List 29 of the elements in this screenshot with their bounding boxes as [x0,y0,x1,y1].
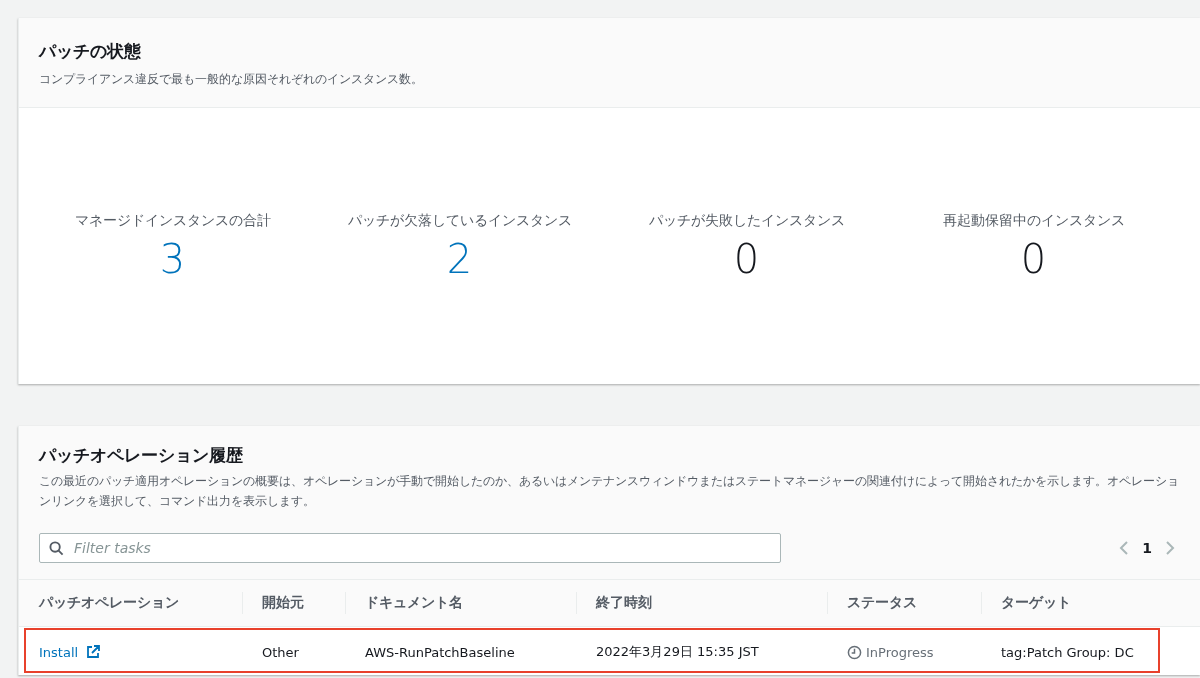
stat-value: 0 [1020,236,1047,282]
column-header: パッチオペレーション [19,580,242,627]
column-header: 開始元 [242,580,345,627]
stat-value: 0 [733,236,760,282]
column-header: 終了時刻 [576,580,827,627]
panel-title: パッチオペレーション履歴 [39,444,244,467]
stat-label: パッチが欠落しているインスタンス [347,212,572,230]
stat-label: パッチが失敗したインスタンス [648,212,845,230]
stat-value-link[interactable]: 2 [446,236,473,282]
panel-description: この最近のパッチ適用オペレーションの概要は、オペレーションが手動で開始したのか、あるいはメンテナンスウィンドウまたはステートマネージャーの関連付けによって開始されたかを示します。オペレーションリンクを選択して、コマンド出力を表示します。 [39,473,1180,510]
stat-label: マネージドインスタンスの合計 [74,212,271,230]
external-link-icon[interactable] [86,645,101,659]
operation-link[interactable]: Install [39,644,79,660]
table-cell: AWS-RunPatchBaseline [365,644,515,660]
page-number[interactable]: 1 [1142,540,1152,556]
panel-description: コンプライアンス違反で最も一般的な原因それぞれのインスタンス数。 [39,71,424,88]
status-text: InProgress [866,644,934,660]
table-cell: tag:Patch Group: DC [1001,644,1134,660]
panel-title: パッチの状態 [39,40,142,63]
clock-icon [847,644,862,660]
column-header: ターゲット [981,580,1200,627]
filter-field[interactable]: Filter tasks [39,533,781,563]
table-cell: 2022年3月29日 15:35 JST [596,643,759,661]
stat-value-link[interactable]: 3 [159,236,186,282]
column-header: ステータス [827,580,981,627]
column-header: ドキュメント名 [345,580,576,627]
stat-label: 再起動保留中のインスタンス [942,212,1125,230]
search-icon [49,541,64,556]
table-cell: Other [262,644,299,660]
